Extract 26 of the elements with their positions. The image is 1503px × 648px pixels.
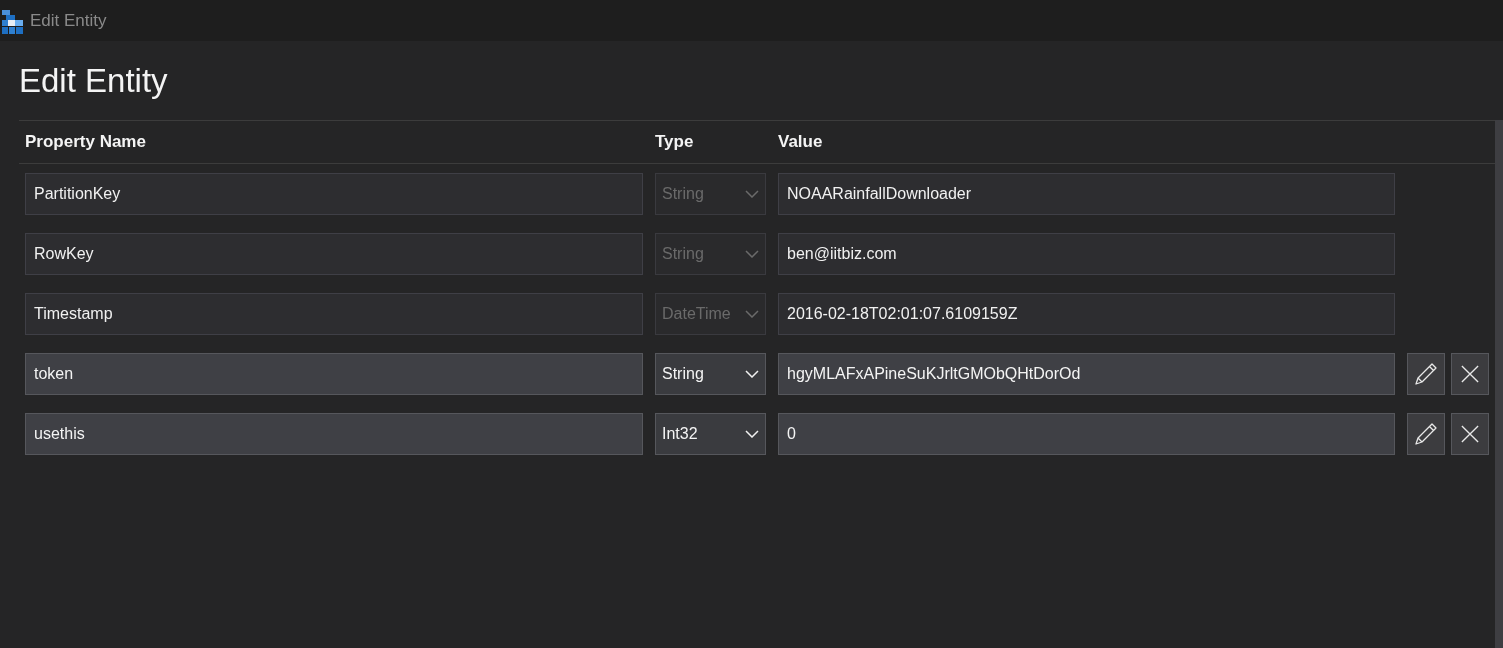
value-field[interactable]: 0 (778, 413, 1395, 455)
column-header: Value (778, 132, 823, 152)
property-name-field[interactable]: usethis (25, 413, 643, 455)
delete-button[interactable] (1451, 413, 1489, 455)
page-heading: Edit Entity (19, 61, 168, 101)
column-header: Property Name (25, 132, 146, 152)
chevron-icon (745, 250, 759, 258)
cross-icon (1461, 425, 1479, 443)
chevron-icon (745, 310, 759, 318)
blocks-icon (2, 9, 23, 34)
pencil-icon (1414, 422, 1438, 446)
chevron-icon (745, 190, 759, 198)
cross-icon (1461, 365, 1479, 383)
value-field[interactable]: hgyMLAFxAPineSuKJrltGMObQHtDorOd (778, 353, 1395, 395)
type-dropdown[interactable]: String (655, 353, 766, 395)
scrollbar[interactable] (1495, 120, 1503, 648)
column-header: Type (655, 132, 694, 152)
pencil-icon (1414, 362, 1438, 386)
chevron-icon (745, 430, 759, 438)
edit-button[interactable] (1407, 413, 1445, 455)
chevron-icon (745, 370, 759, 378)
delete-button[interactable] (1451, 353, 1489, 395)
property-name-field[interactable]: token (25, 353, 643, 395)
edit-button[interactable] (1407, 353, 1445, 395)
window-title: Edit Entity (30, 10, 107, 31)
type-dropdown[interactable]: Int32 (655, 413, 766, 455)
